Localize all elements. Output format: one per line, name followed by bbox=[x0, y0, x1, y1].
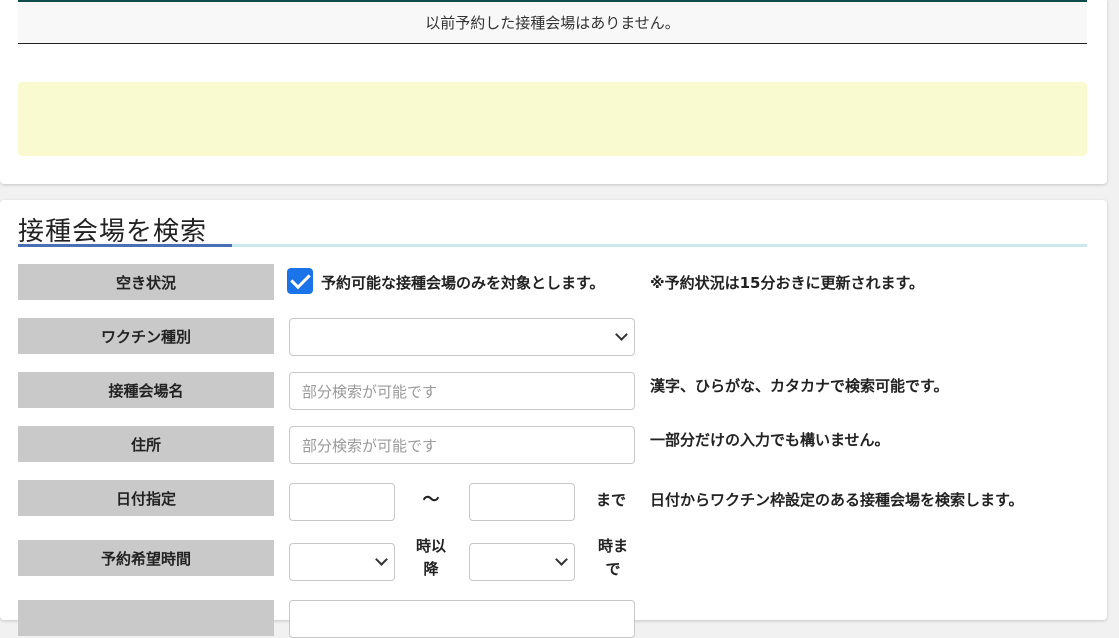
vaccine-type-select[interactable] bbox=[289, 318, 635, 356]
vaccine-type-label: ワクチン種別 bbox=[18, 318, 274, 354]
time-from-suffix: 時以 降 bbox=[411, 535, 451, 581]
available-only-label[interactable]: 予約可能な接種会場のみを対象とします。 bbox=[321, 272, 605, 293]
time-from-suffix-line1: 時以 bbox=[415, 537, 446, 555]
available-only-checkbox[interactable] bbox=[287, 268, 313, 294]
previous-reservations-message: 以前予約した接種会場はありません。 bbox=[425, 14, 680, 32]
title-underline-accent bbox=[18, 244, 232, 247]
address-note: 一部分だけの入力でも構いません。 bbox=[650, 431, 890, 449]
venue-name-note: 漢字、ひらがな、カタカナで検索可能です。 bbox=[650, 377, 949, 395]
address-input[interactable]: 部分検索が可能です bbox=[289, 426, 635, 464]
chevron-down-icon bbox=[555, 553, 568, 566]
availability-note: ※予約状況は15分おきに更新されます。 bbox=[650, 274, 924, 292]
chevron-down-icon bbox=[615, 328, 628, 341]
section-title: 接種会場を検索 bbox=[18, 217, 208, 247]
time-to-select[interactable] bbox=[469, 543, 575, 581]
availability-label: 空き状況 bbox=[18, 264, 274, 300]
venue-name-input[interactable]: 部分検索が可能です bbox=[289, 372, 635, 410]
date-range-separator: ～ bbox=[422, 490, 440, 510]
notice-box bbox=[18, 82, 1087, 156]
time-until-suffix: 時ま で bbox=[593, 535, 633, 581]
time-from-select[interactable] bbox=[289, 543, 395, 581]
time-from-suffix-line2: 降 bbox=[423, 560, 439, 578]
chevron-down-icon bbox=[375, 553, 388, 566]
next-row-label bbox=[18, 600, 274, 636]
venue-name-label: 接種会場名 bbox=[18, 372, 274, 408]
date-label: 日付指定 bbox=[18, 480, 274, 516]
date-from-input[interactable] bbox=[289, 483, 395, 521]
time-label: 予約希望時間 bbox=[18, 540, 274, 576]
next-row-input[interactable] bbox=[289, 600, 635, 638]
venue-name-placeholder: 部分検索が可能です bbox=[302, 382, 438, 401]
time-until-suffix-line1: 時ま bbox=[597, 537, 628, 555]
date-note: 日付からワクチン枠設定のある接種会場を検索します。 bbox=[650, 491, 1024, 509]
date-to-input[interactable] bbox=[469, 483, 575, 521]
date-until-label: まで bbox=[596, 491, 627, 509]
address-placeholder: 部分検索が可能です bbox=[302, 436, 438, 455]
address-label: 住所 bbox=[18, 426, 274, 462]
time-until-suffix-line2: で bbox=[605, 560, 621, 578]
previous-reservations-box: 以前予約した接種会場はありません。 bbox=[18, 0, 1087, 44]
